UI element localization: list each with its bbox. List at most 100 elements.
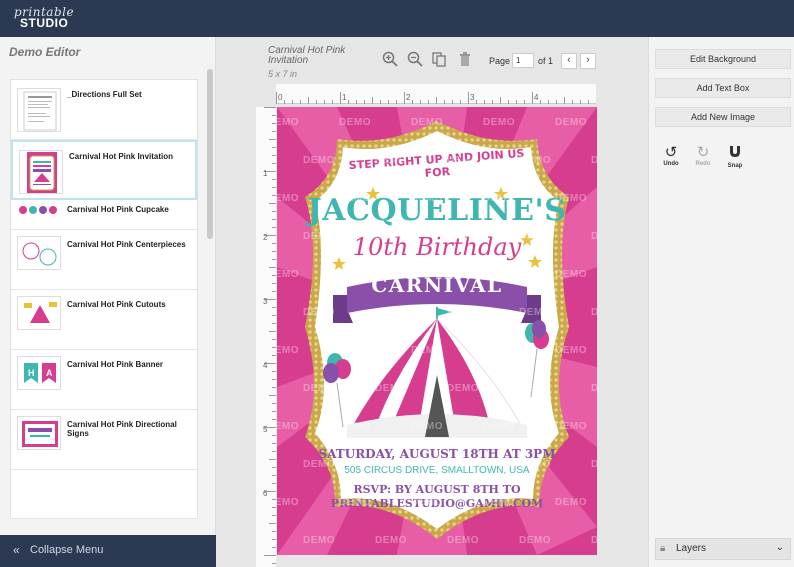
list-item-directions[interactable]: _Directions Full Set [11,80,197,140]
demo-watermark: DEMO [447,535,479,546]
document-size: 5 x 7 in [268,69,298,79]
ruler-label: 0 [278,93,283,102]
ruler-label: 5 [263,425,268,434]
demo-watermark: DEMO [339,497,371,508]
demo-watermark: DEMO [447,459,479,470]
demo-watermark: DEMO [339,345,371,356]
list-item-cupcake[interactable]: Carnival Hot Pink Cupcake [11,200,197,230]
duplicate-icon[interactable] [430,51,448,69]
horizontal-ruler: 0 1 2 3 4 [276,84,596,104]
ruler-label: 1 [263,169,268,178]
demo-watermark: DEMO [519,459,551,470]
add-text-box-button[interactable]: Add Text Box [655,78,791,98]
design-canvas[interactable]: STEP RIGHT UP AND JOIN US FOR JACQUELINE… [277,107,597,555]
demo-watermark: DEMO [447,231,479,242]
list-scrollbar[interactable] [207,69,213,239]
list-item-centerpieces[interactable]: Carnival Hot Pink Centerpieces [11,230,197,290]
demo-watermark: DEMO [411,193,443,204]
ruler-label: 2 [263,233,268,242]
demo-watermark: DEMO [555,117,587,128]
page-count: of 1 [538,56,554,66]
demo-watermark: DEMO [303,383,335,394]
demo-watermark: DEMO [591,459,597,470]
list-item-cutouts[interactable]: Carnival Hot Pink Cutouts [11,290,197,350]
ruler-label: 4 [534,93,539,102]
demo-watermark: DEMO [277,193,299,204]
zoom-out-icon[interactable] [406,51,424,69]
item-label: Carnival Hot Pink Banner [67,360,164,369]
demo-watermark: DEMO [277,497,299,508]
demo-watermark: DEMO [483,193,515,204]
demo-watermark: DEMO [339,193,371,204]
demo-watermark: DEMO [303,459,335,470]
demo-watermark: DEMO [447,307,479,318]
snap-button[interactable]: Snap [721,145,749,169]
lock-icon: 🔒︎ [660,543,666,554]
item-label: Carnival Hot Pink Cupcake [67,205,169,214]
undo-label: Undo [663,161,679,167]
undo-icon: ↺ [664,144,678,161]
prev-page-button[interactable]: ‹ [561,53,577,69]
banner-thumbnail: H A [17,356,61,390]
svg-text:H: H [28,368,35,378]
ruler-label: 2 [406,93,411,102]
zoom-in-icon[interactable] [381,51,399,69]
item-label: Carnival Hot Pink Invitation [69,152,174,161]
demo-watermark: DEMO [519,535,551,546]
item-label: _Directions Full Set [67,90,142,99]
centerpieces-thumbnail [17,236,61,270]
demo-watermark: DEMO [555,421,587,432]
demo-watermark: DEMO [411,497,443,508]
demo-watermark: DEMO [277,117,299,128]
demo-watermark: DEMO [303,231,335,242]
demo-watermark: DEMO [591,307,597,318]
demo-watermark: DEMO [303,307,335,318]
page-label: Page [489,56,511,66]
trash-icon[interactable] [456,51,474,69]
demo-watermark: DEMO [375,459,407,470]
signs-thumbnail [17,416,61,450]
demo-watermark: DEMO [483,345,515,356]
list-item-banner[interactable]: H A Carnival Hot Pink Banner [11,350,197,410]
redo-button[interactable]: ↻ Redo [689,144,717,168]
edit-background-button[interactable]: Edit Background [655,49,791,69]
demo-watermark: DEMO [411,117,443,128]
demo-watermark: DEMO [411,421,443,432]
editor-area: Carnival Hot Pink Invitation 5 x 7 in Pa… [216,37,648,567]
demo-watermark: DEMO [483,421,515,432]
next-page-button[interactable]: › [580,53,596,69]
printable-studio-logo[interactable]: printable STUDIO [14,6,74,30]
logo-line2: STUDIO [20,16,69,30]
cutouts-thumbnail [17,296,61,330]
vertical-ruler: 1 2 3 4 5 6 [256,107,276,567]
chevron-down-icon: ⌄ [775,542,784,553]
document-title: Carnival Hot Pink Invitation [268,45,346,66]
layers-dropdown[interactable]: 🔒︎ Layers ⌄ [655,538,791,560]
demo-watermark: DEMO [519,383,551,394]
directions-thumbnail [17,88,61,132]
undo-button[interactable]: ↺ Undo [657,144,685,168]
list-item-signs[interactable]: Carnival Hot Pink Directional Signs [11,410,197,470]
cupcake-thumbnail [17,202,61,218]
snap-label: Snap [727,163,743,169]
demo-watermark: DEMO [519,231,551,242]
demo-watermark: DEMO [339,421,371,432]
list-item-invitation[interactable]: Carnival Hot Pink Invitation [11,140,197,200]
demo-watermark: DEMO [303,535,335,546]
item-label: Carnival Hot Pink Cutouts [67,300,166,309]
collapse-menu-button[interactable]: « Collapse Menu [0,535,216,567]
collapse-menu-label: Collapse Menu [30,544,104,556]
redo-icon: ↻ [696,144,710,161]
demo-watermark: DEMO [339,117,371,128]
page-number-input[interactable]: 1 [512,53,534,68]
demo-watermark: DEMO [591,231,597,242]
add-new-image-button[interactable]: Add New Image [655,107,791,127]
ruler-label: 6 [263,489,268,498]
demo-watermark: DEMO [411,345,443,356]
demo-watermark: DEMO [375,535,407,546]
demo-watermark: DEMO [519,155,551,166]
demo-watermark: DEMO [591,155,597,166]
demo-watermark: DEMO [277,421,299,432]
demo-watermark: DEMO [375,155,407,166]
right-panel: Edit Background Add Text Box Add New Ima… [648,37,794,567]
